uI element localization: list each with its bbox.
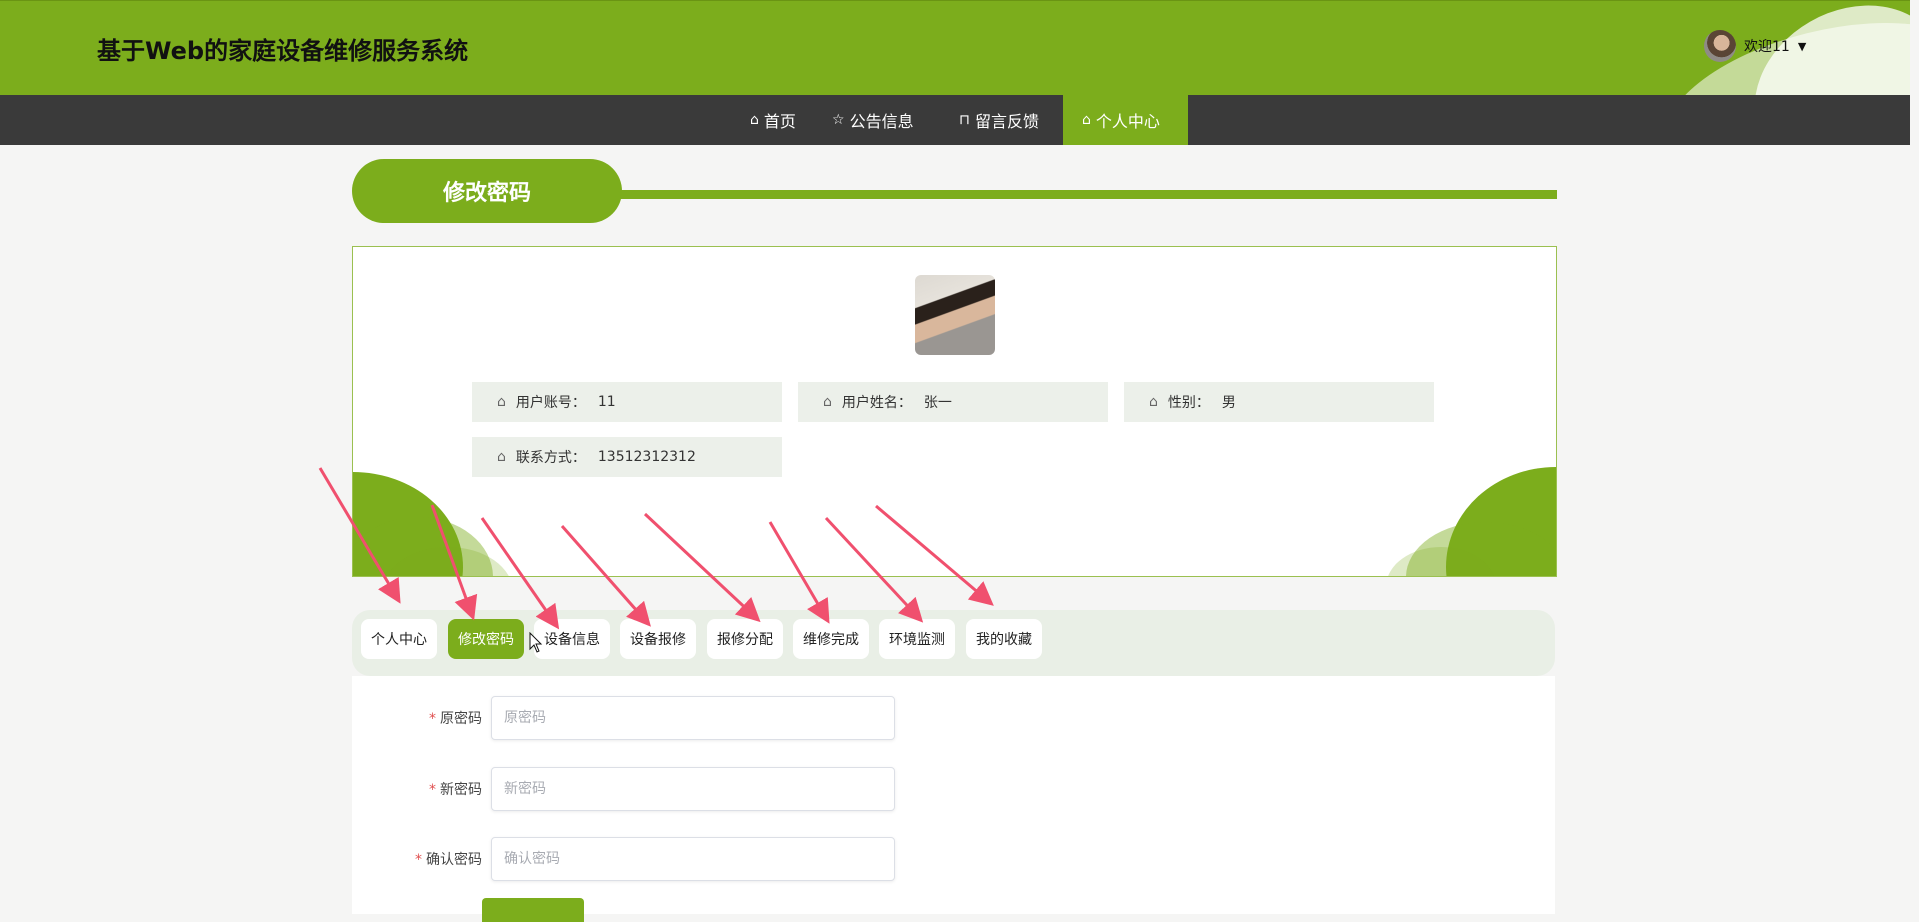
label-text: 原密码 — [440, 711, 482, 727]
home-icon: ⌂ — [750, 112, 759, 128]
old-password-label: * 原密码 — [352, 708, 482, 728]
section-title: 修改密码 — [352, 159, 622, 223]
old-password-input[interactable] — [491, 696, 895, 740]
user-menu[interactable]: 欢迎11 ▼ — [1704, 29, 1806, 63]
tab-device-info[interactable]: 设备信息 — [534, 619, 610, 659]
info-value: 张一 — [923, 395, 952, 411]
nav-item-label: 个人中心 — [1095, 112, 1160, 131]
tab-device-repair[interactable]: 设备报修 — [620, 619, 696, 659]
tab-change-password[interactable]: 修改密码 — [448, 619, 524, 659]
title-underline — [600, 190, 1557, 199]
info-account: ⌂ 用户账号： 11 — [472, 382, 782, 422]
confirm-password-input[interactable] — [491, 837, 895, 881]
tab-my-favorites[interactable]: 我的收藏 — [966, 619, 1042, 659]
required-mark: * — [415, 852, 422, 868]
nav-item-label: 留言反馈 — [974, 112, 1039, 131]
confirm-password-label: * 确认密码 — [352, 849, 482, 869]
nav-item-feedback[interactable]: ⊓ 留言反馈 — [940, 95, 1058, 145]
site-title: 基于Web的家庭设备维修服务系统 — [97, 37, 469, 65]
home-icon: ⌂ — [497, 394, 506, 410]
info-label: 用户账号： — [515, 395, 586, 411]
tab-repair-assign[interactable]: 报修分配 — [707, 619, 783, 659]
caret-down-icon: ▼ — [1797, 39, 1807, 53]
nav-item-announcements[interactable]: ☆ 公告信息 — [813, 95, 933, 145]
tab-personal-center[interactable]: 个人中心 — [361, 619, 437, 659]
home-icon: ⌂ — [1149, 394, 1158, 410]
label-text: 确认密码 — [426, 852, 482, 868]
star-icon: ☆ — [832, 112, 845, 128]
new-password-label: * 新密码 — [352, 779, 482, 799]
bag-icon: ⊓ — [959, 112, 970, 128]
user-greeting: 欢迎11 — [1744, 39, 1790, 55]
main-nav: ⌂ 首页 ☆ 公告信息 ⊓ 留言反馈 ⌂ 个人中心 — [0, 95, 1910, 145]
profile-avatar — [915, 275, 995, 355]
profile-card: ⌂ 用户账号： 11 ⌂ 用户姓名： 张一 ⌂ 性别： 男 ⌂ 联系方式： 13… — [352, 246, 1557, 577]
info-value: 13512312312 — [597, 449, 696, 465]
tab-environment-monitor[interactable]: 环境监测 — [879, 619, 955, 659]
info-value: 11 — [597, 394, 616, 410]
mouse-cursor-icon — [529, 632, 543, 653]
tab-repair-complete[interactable]: 维修完成 — [793, 619, 869, 659]
home-icon: ⌂ — [823, 394, 832, 410]
header-bar: 基于Web的家庭设备维修服务系统 欢迎11 ▼ — [0, 0, 1910, 96]
submit-button[interactable] — [482, 898, 584, 922]
nav-item-home[interactable]: ⌂ 首页 — [731, 95, 815, 145]
info-value: 男 — [1221, 395, 1236, 411]
info-label: 用户姓名： — [841, 395, 912, 411]
required-mark: * — [429, 711, 436, 727]
required-mark: * — [429, 782, 436, 798]
home-icon: ⌂ — [1082, 112, 1091, 128]
info-name: ⌂ 用户姓名： 张一 — [798, 382, 1108, 422]
new-password-input[interactable] — [491, 767, 895, 811]
label-text: 新密码 — [440, 782, 482, 798]
info-label: 性别： — [1167, 395, 1210, 411]
nav-item-label: 首页 — [763, 112, 796, 131]
info-gender: ⌂ 性别： 男 — [1124, 382, 1434, 422]
nav-item-label: 公告信息 — [849, 112, 914, 131]
home-icon: ⌂ — [497, 449, 506, 465]
nav-item-personal-center[interactable]: ⌂ 个人中心 — [1063, 95, 1188, 145]
info-label: 联系方式： — [515, 450, 586, 466]
user-avatar — [1704, 30, 1736, 62]
info-phone: ⌂ 联系方式： 13512312312 — [472, 437, 782, 477]
